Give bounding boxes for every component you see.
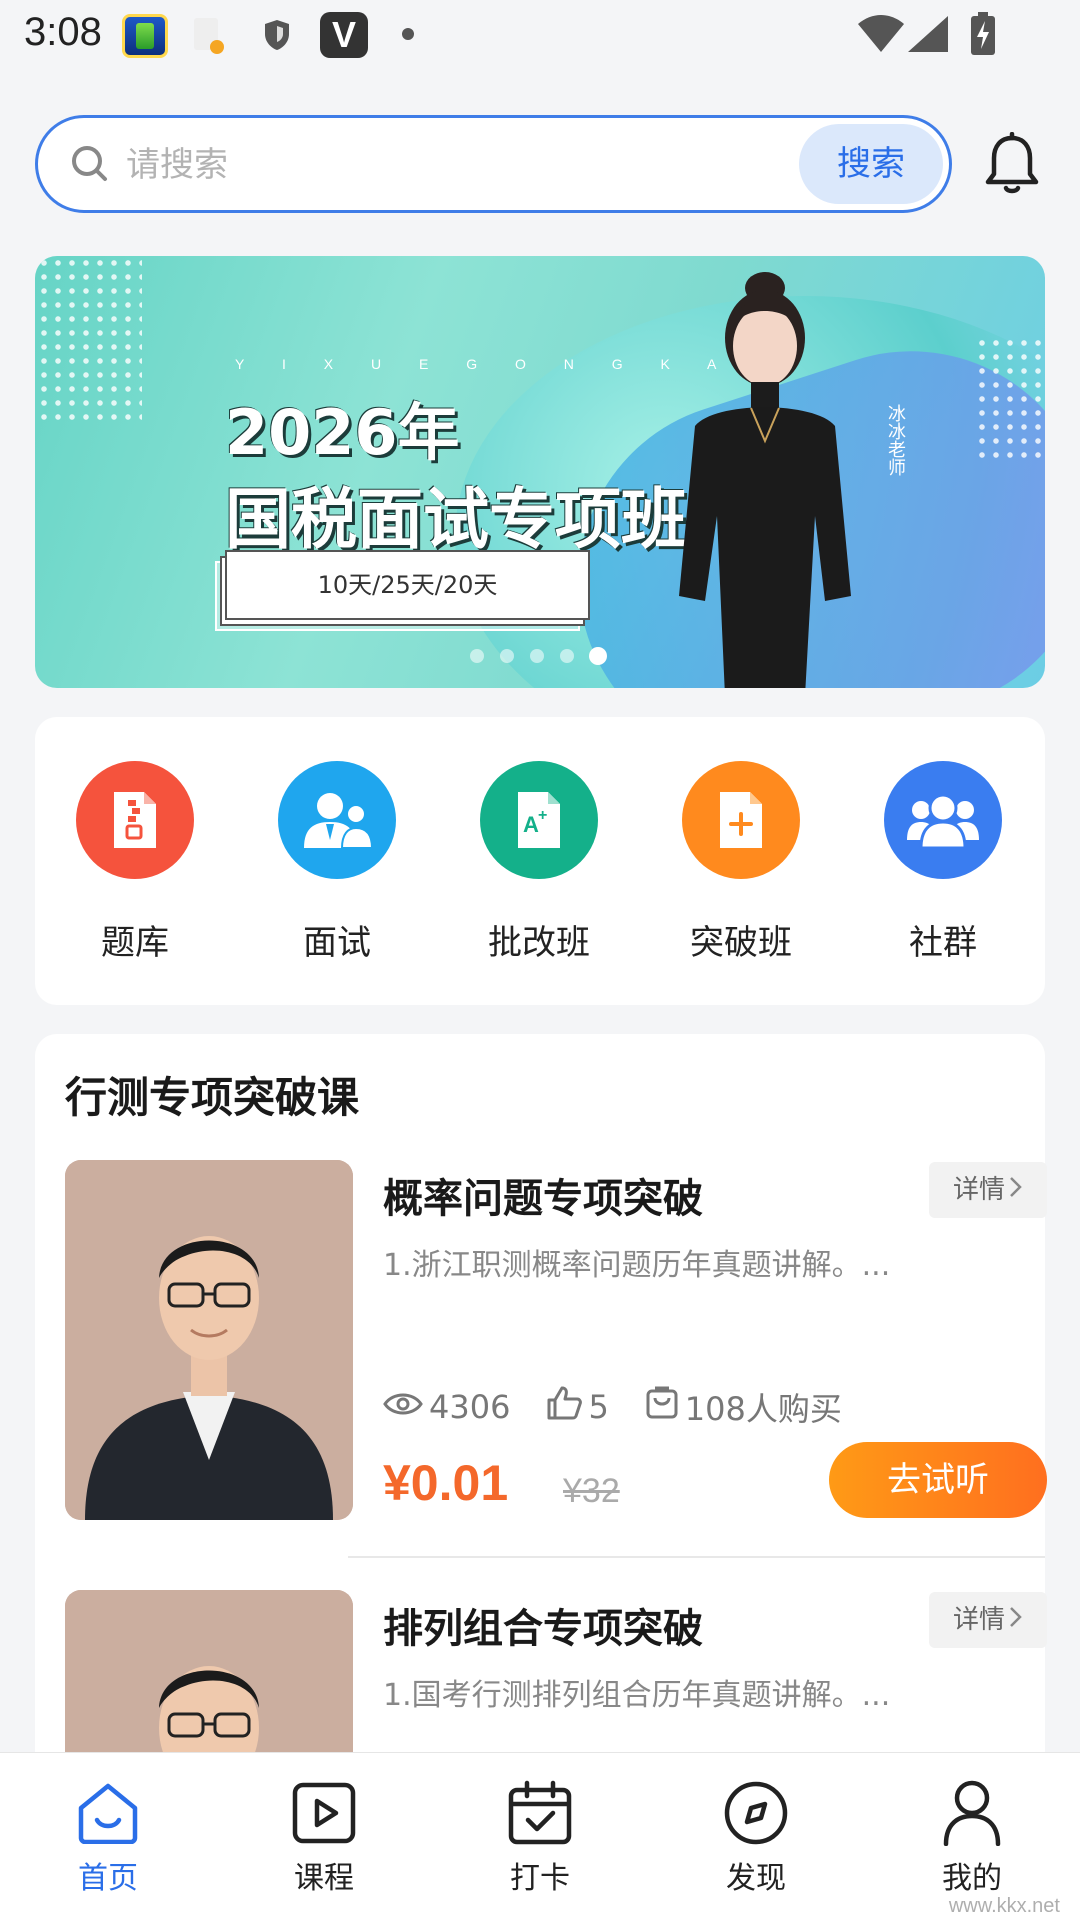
menu-label: 突破班 — [690, 923, 792, 963]
banner-title-course: 国税面试专项班 — [225, 481, 687, 558]
nav-item-discover[interactable]: 发现 — [681, 1775, 831, 1897]
course-price: ¥0.01 — [383, 1455, 509, 1511]
search-input[interactable] — [126, 136, 626, 194]
buyers-stat: 108人购买 — [645, 1384, 842, 1430]
detail-button[interactable]: 详情 — [929, 1162, 1047, 1218]
menu-item-breakthrough-class[interactable]: 突破班 — [681, 761, 801, 964]
menu-label: 题库 — [101, 923, 169, 963]
eye-icon — [383, 1388, 429, 1426]
chevron-right-icon — [1009, 1162, 1023, 1218]
status-time: 3:08 — [24, 10, 102, 54]
quick-menu: 题库 面试 A + 批改班 突破班 社群 — [35, 717, 1045, 1005]
detail-button[interactable]: 详情 — [929, 1592, 1047, 1648]
trial-listen-button[interactable]: 去试听 — [829, 1442, 1047, 1518]
banner-page-dot-active[interactable] — [589, 647, 607, 665]
menu-item-grading-class[interactable]: A + 批改班 — [479, 761, 599, 964]
calendar-check-icon — [465, 1775, 615, 1851]
banner-title-year: 2026年 — [225, 396, 460, 469]
detail-label: 详情 — [952, 1605, 1005, 1635]
group-icon — [884, 761, 1002, 879]
user-icon — [897, 1775, 1047, 1851]
bottom-navigation: 首页 课程 打卡 发现 我的 www.kkx.net — [0, 1752, 1080, 1920]
svg-text:A: A — [523, 812, 539, 837]
detail-label: 详情 — [952, 1175, 1005, 1205]
bell-icon[interactable] — [982, 131, 1042, 200]
views-stat: 4306 — [383, 1388, 510, 1426]
menu-item-community[interactable]: 社群 — [883, 761, 1003, 964]
course-teacher-photo — [65, 1160, 353, 1520]
shopping-bag-icon — [645, 1386, 685, 1428]
course-title[interactable]: 排列组合专项突破 — [383, 1596, 703, 1654]
banner-page-dot[interactable] — [470, 649, 484, 663]
banner-page-dot[interactable] — [530, 649, 544, 663]
teacher-photo — [679, 272, 851, 688]
course-title[interactable]: 概率问题专项突破 — [383, 1166, 703, 1224]
banner-duration-tag: 10天/25天/20天 — [225, 550, 590, 620]
course-divider — [348, 1556, 1045, 1558]
nav-item-checkin[interactable]: 打卡 — [465, 1775, 615, 1897]
watermark: www.kkx.net — [948, 1895, 1060, 1917]
likes-stat: 5 — [546, 1385, 609, 1429]
file-zip-icon — [76, 761, 194, 879]
nav-label: 我的 — [942, 1861, 1002, 1896]
course-stats: 4306 5 108人购买 — [383, 1385, 878, 1429]
likes-count: 5 — [588, 1388, 609, 1426]
nav-item-profile[interactable]: 我的 — [897, 1775, 1047, 1897]
home-icon — [33, 1775, 183, 1851]
wifi-icon — [858, 14, 904, 58]
search-icon — [70, 144, 110, 188]
search-bar: 搜索 — [35, 115, 952, 213]
menu-item-question-bank[interactable]: 题库 — [75, 761, 195, 964]
status-bar: 3:08 V — [0, 0, 1080, 75]
views-count: 4306 — [429, 1388, 511, 1426]
course-description: 1.国考行测排列组合历年真题讲解。... — [383, 1678, 891, 1713]
nav-label: 打卡 — [510, 1861, 570, 1896]
course-description: 1.浙江职测概率问题历年真题讲解。... — [383, 1248, 891, 1283]
svg-text:+: + — [538, 807, 547, 824]
nav-label: 发现 — [726, 1861, 786, 1896]
interview-people-icon — [278, 761, 396, 879]
chevron-right-icon — [1009, 1592, 1023, 1648]
nav-label: 课程 — [294, 1861, 354, 1896]
shield-icon — [262, 18, 292, 56]
menu-item-interview[interactable]: 面试 — [277, 761, 397, 964]
v-app-icon: V — [320, 12, 368, 58]
search-button[interactable]: 搜索 — [799, 124, 943, 204]
banner-page-dot[interactable] — [560, 649, 574, 663]
banner-dot-pattern — [975, 336, 1045, 466]
menu-label: 社群 — [909, 923, 977, 963]
battery-app-icon — [122, 14, 168, 58]
banner-dot-pattern — [37, 256, 142, 426]
battery-charging-icon — [970, 12, 996, 60]
signal-icon — [906, 14, 950, 58]
thumbs-up-icon — [546, 1385, 588, 1429]
document-alert-icon — [190, 14, 226, 58]
menu-label: 批改班 — [488, 923, 590, 963]
nav-item-home[interactable]: 首页 — [33, 1775, 183, 1897]
add-doc-icon — [682, 761, 800, 879]
grade-doc-icon: A + — [480, 761, 598, 879]
nav-label: 首页 — [78, 1861, 138, 1896]
play-icon — [249, 1775, 399, 1851]
menu-label: 面试 — [303, 923, 371, 963]
buyers-count: 108人购买 — [684, 1390, 842, 1428]
nav-item-courses[interactable]: 课程 — [249, 1775, 399, 1897]
notification-dot-icon — [402, 28, 414, 40]
course-original-price: ¥32 — [563, 1472, 620, 1510]
promo-banner[interactable]: Y I X U E G O N G K A O 2026年 国税面试专项班 10… — [35, 256, 1045, 688]
compass-icon — [681, 1775, 831, 1851]
section-title: 行测专项突破课 — [65, 1073, 360, 1122]
banner-teacher-name: 冰冰老师 — [885, 404, 906, 476]
banner-page-dot[interactable] — [500, 649, 514, 663]
